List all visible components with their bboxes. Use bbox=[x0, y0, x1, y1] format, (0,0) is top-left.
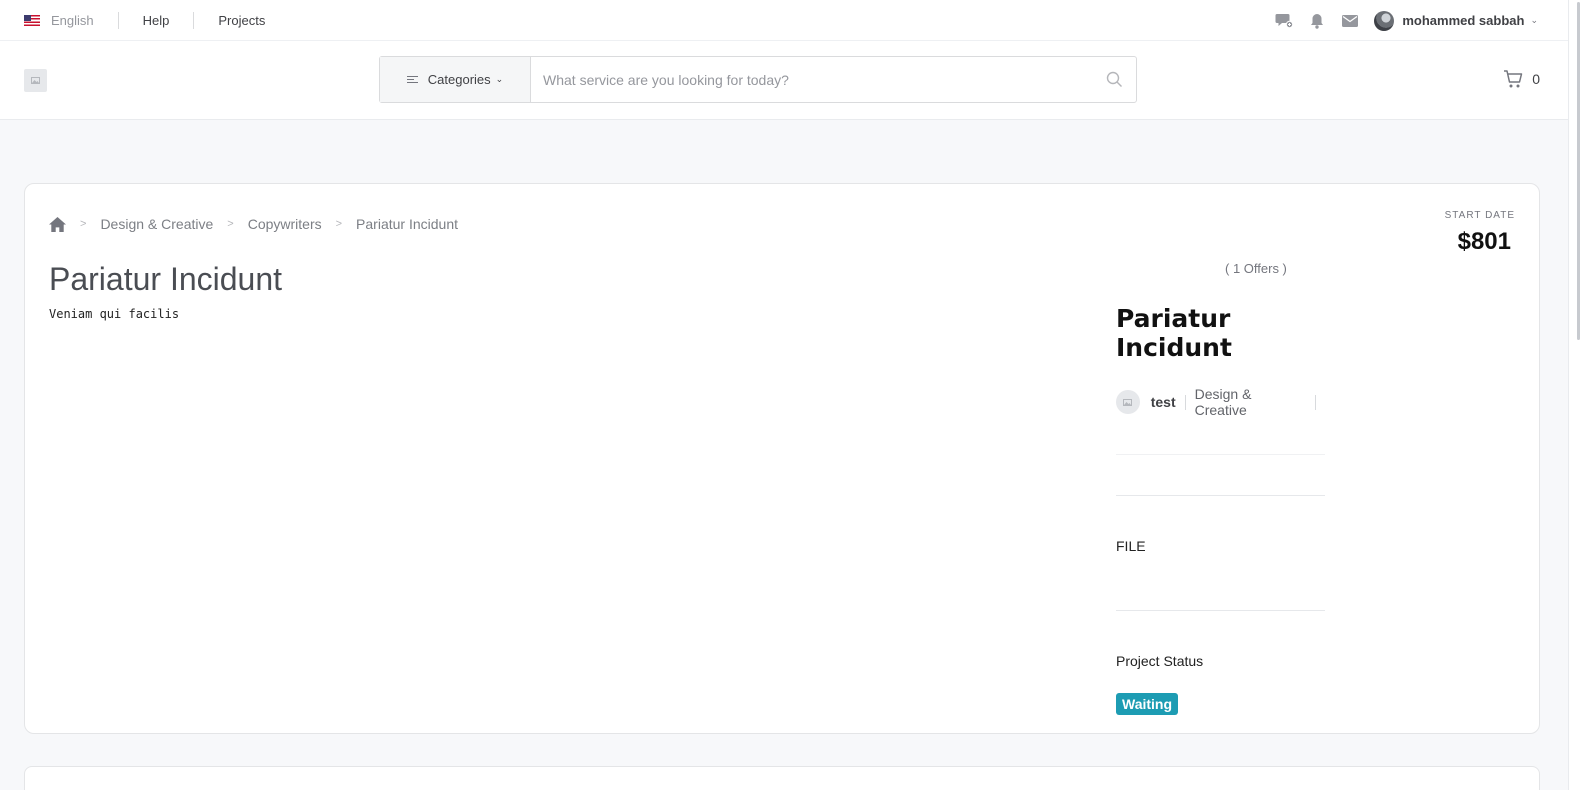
breadcrumb: > Design & Creative > Copywriters > Pari… bbox=[49, 216, 458, 232]
owner-avatar[interactable] bbox=[1116, 390, 1140, 414]
categories-dropdown[interactable]: Categories ⌄ bbox=[380, 57, 531, 102]
username[interactable]: mohammed sabbah bbox=[1402, 13, 1524, 28]
us-flag-icon[interactable] bbox=[24, 15, 40, 26]
offers-count: ( 1 Offers ) bbox=[1225, 261, 1287, 276]
divider bbox=[1315, 394, 1316, 410]
secondary-card bbox=[24, 766, 1540, 790]
start-date-label: START DATE bbox=[1444, 210, 1515, 221]
main-header: Categories ⌄ 0 bbox=[0, 41, 1568, 120]
search-button[interactable] bbox=[1092, 57, 1136, 102]
status-badge: Waiting bbox=[1116, 693, 1179, 715]
chevron-down-icon: ⌄ bbox=[495, 74, 504, 84]
search-bar: Categories ⌄ bbox=[379, 56, 1137, 103]
top-bar-left: English Help Projects bbox=[24, 0, 265, 41]
page-title: Pariatur Incidunt bbox=[49, 261, 283, 297]
chevron-right-icon: > bbox=[335, 218, 343, 230]
divider bbox=[1184, 394, 1186, 410]
page-scrollbar[interactable] bbox=[1568, 0, 1587, 790]
site-logo[interactable] bbox=[24, 69, 47, 92]
chevron-right-icon: > bbox=[80, 218, 87, 230]
project-category[interactable]: Design & Creative bbox=[1195, 386, 1306, 418]
cart-count: 0 bbox=[1532, 71, 1540, 87]
project-card: > Design & Creative > Copywriters > Pari… bbox=[24, 183, 1540, 734]
cart-icon bbox=[1504, 70, 1523, 88]
chevron-right-icon: > bbox=[227, 218, 234, 230]
bell-icon[interactable] bbox=[1308, 12, 1326, 30]
menu-lines-icon bbox=[406, 75, 418, 84]
divider bbox=[1116, 495, 1325, 496]
project-price: $801 bbox=[1457, 228, 1511, 255]
project-description: Veniam qui facilis bbox=[49, 307, 180, 321]
categories-label: Categories bbox=[427, 72, 491, 87]
sidebar-title: Pariatur Incidunt bbox=[1116, 304, 1232, 362]
project-status-label: Project Status bbox=[1116, 653, 1204, 669]
projects-link[interactable]: Projects bbox=[218, 13, 265, 28]
language-selector[interactable]: English bbox=[51, 13, 94, 28]
scrollbar-thumb[interactable] bbox=[1577, 2, 1580, 340]
project-meta: test Design & Creative bbox=[1116, 386, 1325, 418]
mail-icon[interactable] bbox=[1341, 12, 1359, 30]
divider bbox=[1116, 610, 1325, 611]
breadcrumb-current: Pariatur Incidunt bbox=[356, 216, 458, 232]
search-input[interactable] bbox=[531, 57, 1092, 102]
breadcrumb-link[interactable]: Design & Creative bbox=[100, 216, 213, 232]
broken-image-icon bbox=[31, 77, 40, 84]
user-avatar[interactable] bbox=[1374, 10, 1395, 31]
top-bar: English Help Projects mohammed sabbah ⌄ bbox=[0, 0, 1568, 41]
divider bbox=[1116, 454, 1325, 455]
help-link[interactable]: Help bbox=[143, 13, 170, 28]
chevron-down-icon[interactable]: ⌄ bbox=[1530, 15, 1538, 26]
home-icon[interactable] bbox=[49, 216, 66, 232]
breadcrumb-link[interactable]: Copywriters bbox=[248, 216, 322, 232]
divider bbox=[193, 12, 195, 29]
broken-image-icon bbox=[1123, 398, 1133, 406]
search-icon bbox=[1106, 71, 1122, 87]
file-label: FILE bbox=[1116, 538, 1146, 554]
project-sidebar: Pariatur Incidunt test Design & Creative… bbox=[1116, 304, 1325, 715]
top-bar-right: mohammed sabbah ⌄ bbox=[1275, 0, 1538, 41]
chat-icon[interactable] bbox=[1275, 12, 1294, 30]
divider bbox=[117, 12, 119, 29]
owner-name[interactable]: test bbox=[1151, 394, 1176, 410]
cart-button[interactable]: 0 bbox=[1503, 69, 1540, 89]
